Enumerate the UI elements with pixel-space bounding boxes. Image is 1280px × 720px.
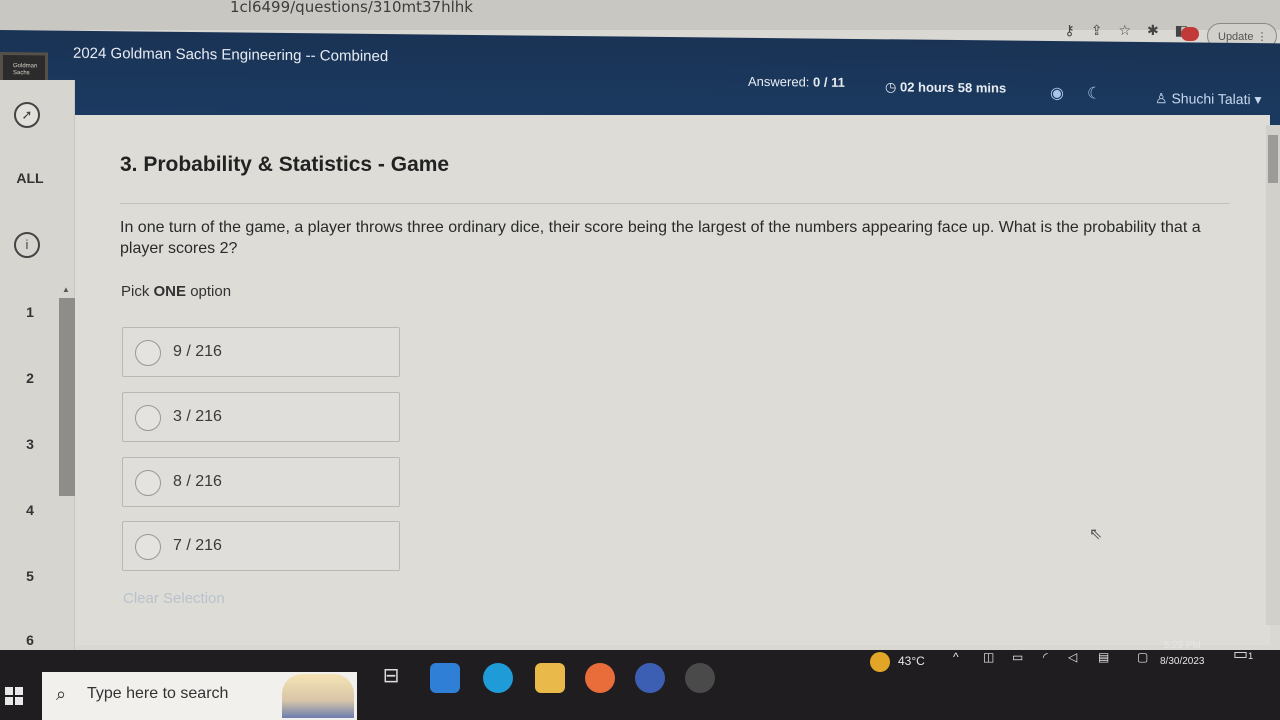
file-explorer-icon[interactable] (535, 663, 565, 693)
search-icon: ⌕ (56, 684, 67, 704)
profile-avatar[interactable] (1181, 27, 1199, 41)
system-clock[interactable]: 5:29 PM 8/30/2023 (1160, 638, 1205, 670)
answer-option[interactable]: 3 / 216 (122, 392, 400, 442)
app-header: Goldman Sachs 2024 Goldman Sachs Engineer… (0, 30, 1280, 129)
weather-icon[interactable] (870, 652, 890, 672)
task-view-icon[interactable]: ⊟ (376, 663, 406, 693)
search-placeholder: Type here to search (87, 685, 229, 702)
windows-start-icon[interactable] (5, 687, 23, 705)
question-title: 3. Probability & Statistics - Game (120, 153, 450, 176)
wifi-icon[interactable]: ◜ (1043, 650, 1048, 664)
user-icon: ♙ (1155, 90, 1168, 107)
eclipse-icon[interactable] (635, 663, 665, 693)
option-label: 7 / 216 (173, 537, 222, 554)
battery-icon[interactable]: ▭ (1012, 650, 1023, 664)
answered-counter: Answered: 0 / 11 (748, 73, 845, 90)
option-label: 8 / 216 (173, 473, 222, 490)
edge-icon[interactable] (483, 663, 513, 693)
question-text: In one turn of the game, a player throws… (120, 219, 1201, 257)
taskbar: ⌕ Type here to search ⊟ 43°C ^ ◫ ▭ ◜ ◁ ▤… (0, 640, 1280, 720)
timer: ◷ 02 hours 58 mins (885, 79, 1007, 96)
keyboard-icon[interactable]: ▤ (1098, 650, 1109, 664)
address-bar[interactable]: 1cl6499/questions/310mt37hlhk (230, 0, 473, 16)
answer-option[interactable]: 7 / 216 (122, 521, 400, 571)
answer-option[interactable]: 9 / 216 (122, 327, 400, 377)
radio-button[interactable] (135, 470, 161, 496)
mail-icon[interactable] (430, 663, 460, 693)
clear-selection-link[interactable]: Clear Selection (123, 590, 225, 607)
notification-icon[interactable]: ▭1 (1233, 644, 1253, 664)
mouse-cursor-icon: ⇖ (1089, 526, 1103, 543)
temperature[interactable]: 43°C (898, 654, 925, 668)
meet-icon[interactable]: ◫ (983, 650, 994, 664)
page-scrollbar[interactable] (1266, 125, 1280, 625)
option-label: 9 / 216 (173, 343, 222, 360)
radio-button[interactable] (135, 340, 161, 366)
option-label: 3 / 216 (173, 408, 222, 425)
answer-option[interactable]: 8 / 216 (122, 457, 400, 507)
compass-icon[interactable]: ➚ (14, 102, 40, 128)
question-nav-item[interactable]: 1 (0, 304, 60, 320)
test-title: 2024 Goldman Sachs Engineering -- Combin… (73, 44, 389, 66)
search-highlight-image (282, 674, 354, 718)
extension-icon[interactable]: ✱ (1147, 22, 1159, 39)
radio-button[interactable] (135, 534, 161, 560)
volume-icon[interactable]: ◁ (1068, 650, 1077, 664)
taskbar-search[interactable]: ⌕ Type here to search (42, 672, 357, 720)
eye-icon[interactable]: ◉ (1050, 83, 1064, 103)
pick-instruction: Pick ONE option (121, 283, 232, 300)
question-panel: 3. Probability & Statistics - Game In on… (75, 115, 1270, 645)
question-nav-item[interactable]: 2 (0, 370, 60, 386)
browser-icons: ⚷ ⇪ ☆ ✱ ◧ (1064, 22, 1188, 39)
firefox-icon[interactable] (585, 663, 615, 693)
language-icon[interactable]: ▢ (1137, 650, 1148, 664)
tray-chevron-icon[interactable]: ^ (953, 650, 959, 664)
question-nav-item[interactable]: 4 (0, 502, 60, 518)
chrome-icon[interactable] (685, 663, 715, 693)
question-nav-item[interactable]: 3 (0, 436, 60, 452)
browser-toolbar: 1cl6499/questions/310mt37hlhk ⚷ ⇪ ☆ ✱ ◧ … (0, 0, 1280, 49)
key-icon[interactable]: ⚷ (1064, 22, 1074, 39)
star-icon[interactable]: ☆ (1118, 22, 1131, 39)
scroll-up-icon[interactable]: ▲ (62, 285, 70, 294)
share-icon[interactable]: ⇪ (1091, 22, 1103, 39)
all-questions-tab[interactable]: ALL (0, 170, 60, 186)
clock-time: 5:29 PM (1163, 640, 1201, 651)
user-menu[interactable]: ♙ Shuchi Talati ▾ (1155, 90, 1262, 108)
moon-icon[interactable]: ☾ (1087, 83, 1101, 103)
scroll-thumb[interactable] (1268, 135, 1278, 183)
clock-icon: ◷ (885, 79, 897, 95)
radio-button[interactable] (135, 405, 161, 431)
navigator-scrollbar[interactable] (59, 298, 75, 496)
clock-date: 8/30/2023 (1160, 656, 1205, 667)
info-icon[interactable]: i (14, 232, 40, 258)
divider (120, 203, 1230, 204)
question-nav-item[interactable]: 5 (0, 568, 60, 584)
question-nav-item[interactable]: 6 (0, 632, 60, 648)
